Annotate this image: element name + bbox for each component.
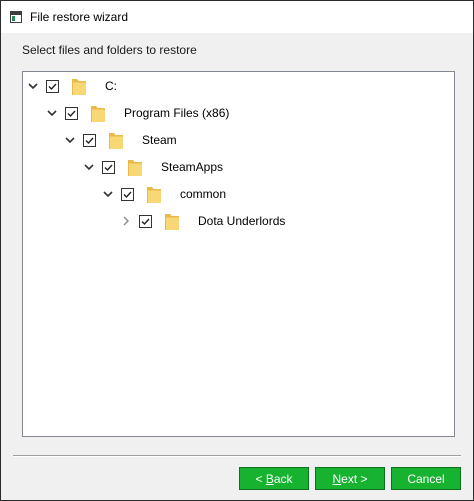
back-button-mnemonic: B [265,471,274,486]
tree-node-label: C: [105,79,117,93]
tree-node-steam[interactable]: Steam [65,129,177,151]
tree-node-label: common [180,187,227,201]
chevron-down-icon[interactable] [28,81,38,91]
tree-node-label: SteamApps [161,160,224,174]
tree-node-steamapps[interactable]: SteamApps [84,156,223,178]
checkbox[interactable] [65,106,78,120]
folder-icon [109,133,123,149]
checkbox[interactable] [83,133,96,147]
separator [13,455,461,457]
file-restore-wizard-window: File restore wizard Select files and fol… [0,0,474,501]
instruction-text: Select files and folders to restore [22,43,197,57]
back-button[interactable]: < Back [239,467,309,490]
tree-node-program-files[interactable]: Program Files (x86) [47,102,229,124]
tree-node-label: Dota Underlords [198,214,286,228]
checkbox[interactable] [121,187,134,201]
tree-node-dota-underlords[interactable]: Dota Underlords [121,210,285,232]
next-button-rest: ext > [341,471,368,486]
chevron-down-icon[interactable] [103,189,113,199]
back-button-prefix: < [255,471,266,486]
next-button-mnemonic: N [332,471,342,486]
back-button-rest: ack [273,471,293,486]
folder-icon [72,79,86,95]
folder-icon [147,187,161,203]
tree-node-c-drive[interactable]: C: [28,75,117,97]
folder-tree[interactable]: C: Program Files (x86) Steam SteamApps c… [22,71,455,437]
tree-node-common[interactable]: common [103,183,226,205]
chevron-right-icon[interactable] [121,216,131,226]
chevron-down-icon[interactable] [47,108,57,118]
tree-node-label: Program Files (x86) [124,106,230,120]
chevron-down-icon[interactable] [65,135,75,145]
chevron-down-icon[interactable] [84,162,94,172]
checkbox[interactable] [139,214,152,228]
cancel-button-label: Cancel [407,471,445,486]
window-title: File restore wizard [30,10,129,24]
folder-icon [165,214,179,230]
folder-icon [91,106,105,122]
folder-icon [128,160,142,176]
checkbox[interactable] [102,160,115,174]
tree-node-label: Steam [142,133,177,147]
title-bar[interactable]: File restore wizard [1,1,473,33]
next-button[interactable]: Next > [315,467,385,490]
checkbox[interactable] [46,79,59,93]
window-icon [10,11,22,23]
cancel-button[interactable]: Cancel [391,467,461,490]
